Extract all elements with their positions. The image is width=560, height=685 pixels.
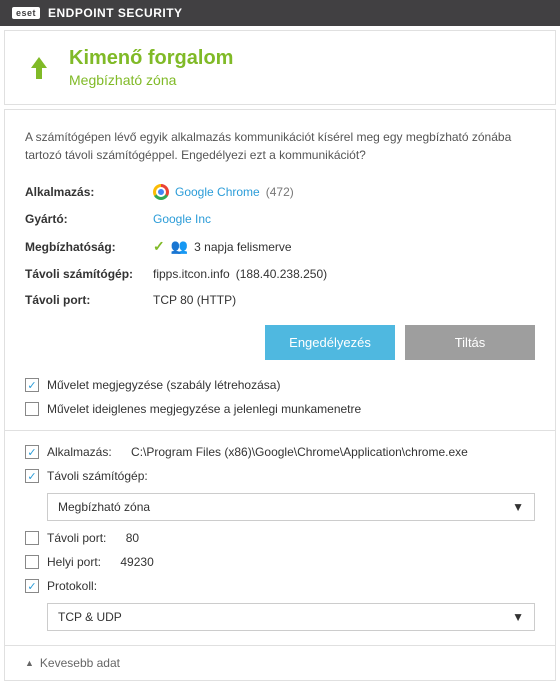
- chevron-down-icon: ▼: [512, 500, 524, 514]
- titlebar: eset ENDPOINT SECURITY: [0, 0, 560, 26]
- dialog-body: A számítógépen lévő egyik alkalmazás kom…: [4, 109, 556, 681]
- row-remote-port: Távoli port: TCP 80 (HTTP): [25, 293, 535, 307]
- allow-button[interactable]: Engedélyezés: [265, 325, 395, 360]
- remember-session-checkbox[interactable]: [25, 402, 39, 416]
- chrome-icon: [153, 184, 169, 200]
- label-application: Alkalmazás:: [25, 185, 153, 199]
- remote-hostname: fipps.itcon.info: [153, 267, 230, 281]
- detail-app-label: Alkalmazás:: [47, 445, 112, 459]
- row-trust: Megbízhatóság: ✓ 👥 3 napja felismerve: [25, 238, 535, 255]
- row-remote-host: Távoli számítógép: fipps.itcon.info (188…: [25, 267, 535, 281]
- detail-remote-checkbox[interactable]: [25, 469, 39, 483]
- divider: [5, 430, 555, 431]
- remember-session-label: Művelet ideiglenes megjegyzése a jelenle…: [47, 402, 361, 416]
- deny-button[interactable]: Tiltás: [405, 325, 535, 360]
- detail-remote-port-checkbox[interactable]: [25, 531, 39, 545]
- remote-ip: (188.40.238.250): [236, 267, 327, 281]
- detail-remote-label: Távoli számítógép:: [47, 469, 148, 483]
- detail-remote-line[interactable]: Távoli számítógép:: [25, 469, 535, 483]
- label-vendor: Gyártó:: [25, 212, 153, 226]
- detail-local-port-checkbox[interactable]: [25, 555, 39, 569]
- label-remote-port: Távoli port:: [25, 293, 153, 307]
- row-application: Alkalmazás: Google Chrome (472): [25, 184, 535, 200]
- detail-remote-port-label: Távoli port:: [47, 531, 106, 545]
- row-vendor: Gyártó: Google Inc: [25, 212, 535, 226]
- remote-zone-select[interactable]: Megbízható zóna ▼: [47, 493, 535, 521]
- label-trust: Megbízhatóság:: [25, 240, 153, 254]
- remote-zone-value: Megbízható zóna: [58, 500, 150, 514]
- remember-rule-line[interactable]: Művelet megjegyzése (szabály létrehozása…: [25, 378, 535, 392]
- outbound-arrow-icon: [25, 54, 53, 82]
- detail-protocol-line[interactable]: Protokoll:: [25, 579, 535, 593]
- detail-local-port-line[interactable]: Helyi port: 49230: [25, 555, 535, 569]
- detail-remote-port-line[interactable]: Távoli port: 80: [25, 531, 535, 545]
- detail-app-path: C:\Program Files (x86)\Google\Chrome\App…: [131, 445, 468, 459]
- detail-local-port-value: 49230: [120, 555, 153, 569]
- chevron-down-icon: ▼: [512, 610, 524, 624]
- caret-up-icon: ▲: [25, 658, 34, 668]
- detail-protocol-label: Protokoll:: [47, 579, 97, 593]
- remember-rule-label: Művelet megjegyzése (szabály létrehozása…: [47, 378, 280, 392]
- toggle-details[interactable]: ▲ Kevesebb adat: [5, 645, 555, 680]
- detail-app-line[interactable]: Alkalmazás: C:\Program Files (x86)\Googl…: [25, 445, 535, 459]
- dialog-header: Kimenő forgalom Megbízható zóna: [4, 30, 556, 105]
- protocol-select[interactable]: TCP & UDP ▼: [47, 603, 535, 631]
- toggle-details-label: Kevesebb adat: [40, 656, 120, 670]
- dialog-title: Kimenő forgalom: [69, 47, 233, 70]
- action-buttons: Engedélyezés Tiltás: [25, 325, 535, 360]
- detail-remote-port-value: 80: [126, 531, 139, 545]
- dialog-subtitle: Megbízható zóna: [69, 72, 233, 88]
- check-icon: ✓: [153, 238, 165, 255]
- brand-logo: eset: [12, 7, 40, 19]
- remember-session-line[interactable]: Művelet ideiglenes megjegyzése a jelenle…: [25, 402, 535, 416]
- vendor-name[interactable]: Google Inc: [153, 212, 211, 226]
- protocol-value: TCP & UDP: [58, 610, 122, 624]
- detail-local-port-label: Helyi port:: [47, 555, 101, 569]
- application-count: (472): [266, 185, 294, 199]
- application-name[interactable]: Google Chrome: [175, 185, 260, 199]
- people-icon: 👥: [171, 238, 188, 255]
- remote-port-value: TCP 80 (HTTP): [153, 293, 236, 307]
- label-remote-host: Távoli számítógép:: [25, 267, 153, 281]
- detail-app-checkbox[interactable]: [25, 445, 39, 459]
- detail-protocol-checkbox[interactable]: [25, 579, 39, 593]
- product-name: ENDPOINT SECURITY: [48, 6, 183, 20]
- prompt-text: A számítógépen lévő egyik alkalmazás kom…: [25, 128, 535, 164]
- remember-rule-checkbox[interactable]: [25, 378, 39, 392]
- trust-text: 3 napja felismerve: [194, 240, 291, 254]
